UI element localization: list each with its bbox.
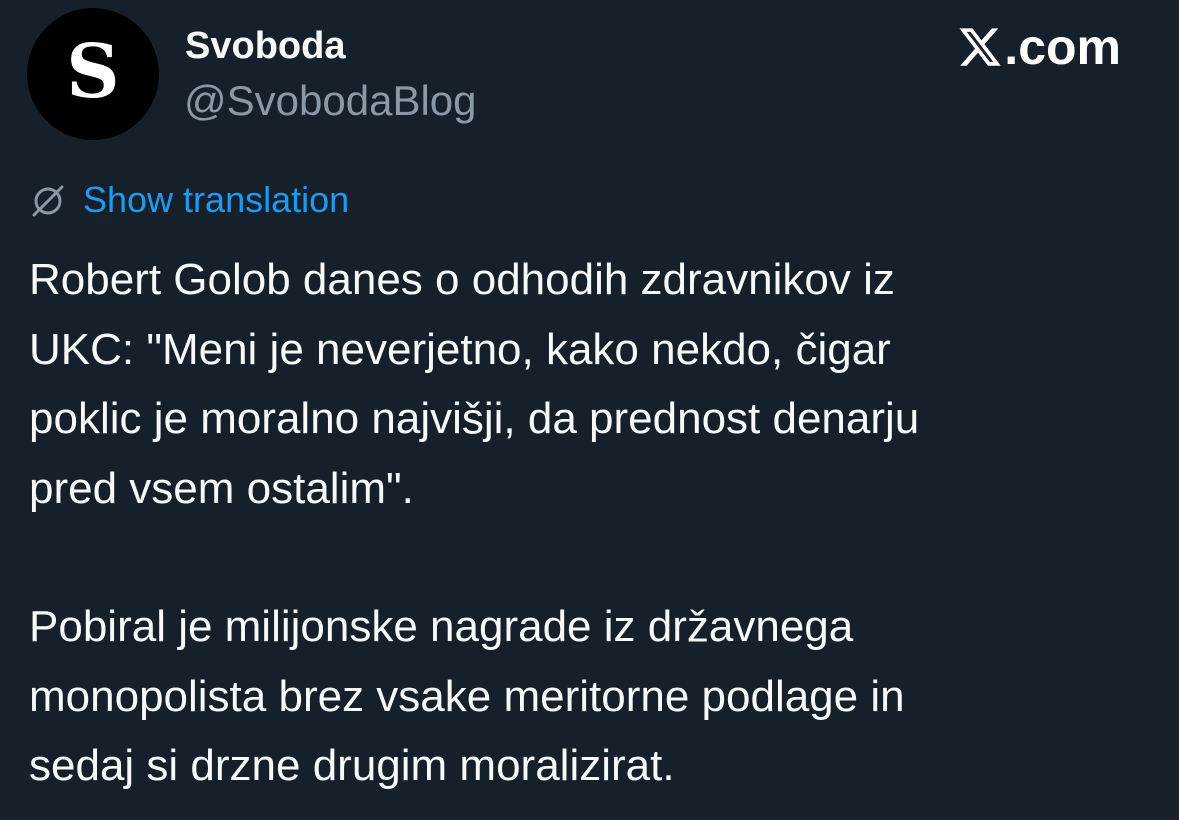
avatar-letter: S: [66, 29, 120, 115]
site-domain-suffix: .com: [1004, 19, 1121, 75]
site-watermark: .com: [956, 22, 1121, 72]
tweet-text: Robert Golob danes o odhodih zdravnikov …: [29, 245, 1149, 801]
tweet-paragraph-1: Robert Golob danes o odhodih zdravnikov …: [29, 255, 920, 513]
show-translation-link[interactable]: Show translation: [83, 182, 349, 218]
show-translation-row[interactable]: Show translation: [28, 180, 349, 220]
x-logo-icon: [959, 28, 1002, 66]
tweet-paragraph-2: Pobiral je milijonske nagrade iz državne…: [29, 602, 905, 790]
user-handle[interactable]: @SvobodaBlog: [184, 76, 477, 126]
globe-icon: [32, 185, 64, 217]
display-name[interactable]: Svoboda: [185, 24, 345, 70]
avatar[interactable]: S: [27, 8, 159, 140]
